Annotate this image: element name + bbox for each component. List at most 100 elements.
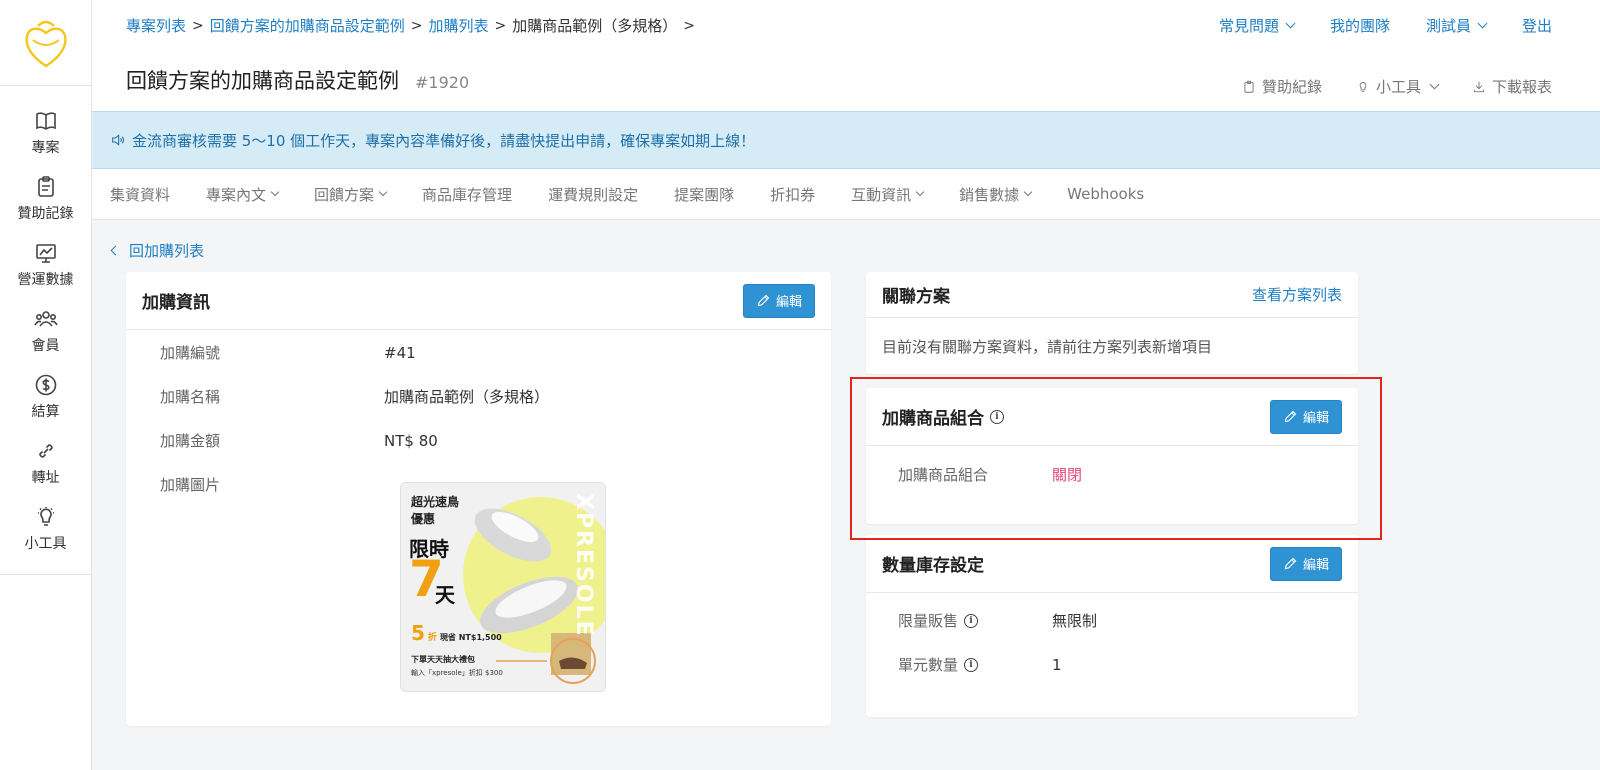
promo-line1: 超光速鳥	[411, 495, 460, 509]
widgets-menu[interactable]: 小工具	[1356, 76, 1440, 97]
notice-text: 金流商審核需要 5～10 個工作天，專案內容準備好後，請盡快提出申請，確保專案如…	[132, 131, 756, 150]
chevron-down-icon	[915, 187, 925, 197]
info-row-id: 加購編號 #41	[160, 342, 416, 363]
download-report-button[interactable]: 下載報表	[1472, 76, 1552, 97]
tab-content[interactable]: 專案內文	[206, 184, 280, 205]
breadcrumb: 專案列表 > 回饋方案的加購商品設定範例 > 加購列表 > 加購商品範例（多規格…	[126, 15, 697, 36]
sidebar-item-widgets[interactable]: 小工具	[0, 496, 91, 562]
my-team-link[interactable]: 我的團隊	[1330, 15, 1390, 36]
tab-label: 商品庫存管理	[422, 185, 513, 204]
project-id: #1920	[415, 73, 470, 92]
tab-label: 回饋方案	[314, 185, 375, 204]
tab-team[interactable]: 提案團隊	[674, 184, 734, 205]
top-links: 常見問題 我的團隊 測試員 登出	[1219, 15, 1552, 36]
field-value: 加購商品範例（多規格）	[384, 388, 550, 406]
highlight-box	[850, 377, 1382, 540]
tab-inventory[interactable]: 商品庫存管理	[422, 184, 512, 205]
field-value: NT$ 80	[384, 431, 438, 450]
field-label: 限量販售 i	[898, 610, 1052, 631]
back-label: 回加購列表	[129, 242, 205, 260]
sidebar-item-label: 小工具	[24, 536, 67, 552]
tab-label: 集資資料	[110, 185, 171, 204]
info-row-name: 加購名稱 加購商品範例（多規格）	[160, 386, 549, 407]
tab-label: 專案內文	[206, 185, 267, 204]
info-icon[interactable]: i	[964, 657, 979, 672]
view-plan-list-link[interactable]: 查看方案列表	[1252, 284, 1342, 305]
card-header: 關聯方案 查看方案列表	[866, 272, 1358, 318]
header: 專案列表 > 回饋方案的加購商品設定範例 > 加購列表 > 加購商品範例（多規格…	[92, 0, 1600, 111]
chevron-down-icon	[270, 187, 280, 197]
field-label: 單元數量 i	[898, 654, 1052, 675]
user-menu[interactable]: 測試員	[1426, 15, 1488, 36]
promo-discount: 5 折 現省 NT$1,500	[411, 621, 502, 645]
bulb-icon	[37, 507, 54, 526]
chevron-right-icon: >	[494, 17, 507, 34]
sidebar-nav: 專案 贊助記錄 營運數據 會員 結算 轉址 小工具	[0, 86, 91, 575]
chevron-down-icon	[1477, 18, 1488, 29]
promo-code: 輸入「xpresole」折扣 $300	[411, 669, 503, 677]
tab-shipping[interactable]: 運費規則設定	[548, 184, 638, 205]
field-value: 無限制	[1052, 612, 1098, 630]
logout-link[interactable]: 登出	[1522, 15, 1552, 36]
widgets-label: 小工具	[1375, 78, 1421, 96]
edit-label: 編輯	[775, 295, 802, 310]
sidebar-item-label: 會員	[31, 338, 60, 354]
download-icon	[1473, 81, 1485, 92]
download-label: 下載報表	[1491, 78, 1552, 96]
sidebar-item-label: 結算	[31, 404, 60, 420]
sponsor-log-button[interactable]: 贊助紀錄	[1242, 76, 1322, 97]
edit-addon-button[interactable]: 編輯	[742, 283, 815, 318]
clipboard-icon	[37, 176, 54, 197]
tab-funding-info[interactable]: 集資資料	[110, 184, 170, 205]
promo-brand: XPRESOLE	[571, 493, 596, 638]
sidebar: 專案 贊助記錄 營運數據 會員 結算 轉址 小工具	[0, 0, 92, 770]
chevron-right-icon: >	[192, 17, 204, 34]
chart-icon	[35, 244, 56, 263]
sidebar-item-redirect[interactable]: 轉址	[0, 430, 91, 496]
breadcrumb-current: 加購商品範例（多規格）	[512, 17, 678, 35]
info-row-price: 加購金額 NT$ 80	[160, 430, 438, 451]
field-label-text: 單元數量	[898, 656, 959, 674]
addon-image: 超光速鳥 優惠 限時 7 天 5 折 現省 NT$1,500 下單天天抽大禮包 …	[400, 482, 606, 692]
field-label: 加購名稱	[160, 388, 221, 406]
faq-label: 常見問題	[1218, 17, 1279, 35]
sidebar-item-analytics[interactable]: 營運數據	[0, 232, 91, 298]
sidebar-item-projects[interactable]: 專案	[0, 100, 91, 166]
tab-interactions[interactable]: 互動資訊	[851, 184, 925, 205]
chevron-down-icon	[1023, 187, 1033, 197]
logo[interactable]	[0, 0, 91, 86]
sidebar-item-members[interactable]: 會員	[0, 298, 91, 364]
empty-message: 目前沒有關聯方案資料，請前往方案列表新增項目	[882, 338, 1213, 356]
back-to-addon-list[interactable]: 回加購列表	[110, 240, 205, 261]
sidebar-item-sponsor-records[interactable]: 贊助記錄	[0, 166, 91, 232]
tab-rewards[interactable]: 回饋方案	[314, 184, 388, 205]
project-title: 回饋方案的加購商品設定範例	[126, 69, 399, 93]
breadcrumb-project[interactable]: 回饋方案的加購商品設定範例	[210, 15, 405, 36]
breadcrumb-project-list[interactable]: 專案列表	[126, 15, 186, 36]
chevron-right-icon: >	[683, 17, 695, 34]
faq-menu[interactable]: 常見問題	[1218, 15, 1296, 36]
chevron-right-icon: >	[410, 17, 423, 34]
sidebar-item-settlement[interactable]: 結算	[0, 364, 91, 430]
tab-label: 折扣券	[770, 185, 816, 204]
link-icon	[38, 444, 53, 458]
tab-coupons[interactable]: 折扣券	[770, 184, 815, 205]
speaker-icon	[112, 134, 125, 146]
edit-stock-button[interactable]: 編輯	[1269, 546, 1342, 581]
related-plans-card: 關聯方案 查看方案列表 目前沒有關聯方案資料，請前往方案列表新增項目	[866, 272, 1358, 374]
stock-settings-card: 數量庫存設定 編輯 限量販售 i 無限制 單元數量 i 1	[866, 535, 1358, 717]
tab-sales[interactable]: 銷售數據	[959, 184, 1033, 205]
dollar-icon	[35, 374, 56, 396]
chevron-down-icon	[1429, 79, 1440, 90]
book-icon	[35, 112, 56, 130]
promo-line2: 優惠	[411, 512, 436, 526]
info-icon[interactable]: i	[964, 613, 979, 628]
bulb-icon	[1359, 81, 1367, 92]
field-value: 1	[1052, 655, 1062, 674]
promo-save: 現省 NT$1,500	[439, 633, 502, 642]
sidebar-item-label: 贊助記錄	[17, 206, 74, 222]
breadcrumb-addon-list[interactable]: 加購列表	[429, 15, 489, 36]
tab-label: 提案團隊	[674, 185, 735, 204]
tab-webhooks[interactable]: Webhooks	[1067, 185, 1144, 203]
promo-gift: 下單天天抽大禮包	[411, 655, 475, 664]
